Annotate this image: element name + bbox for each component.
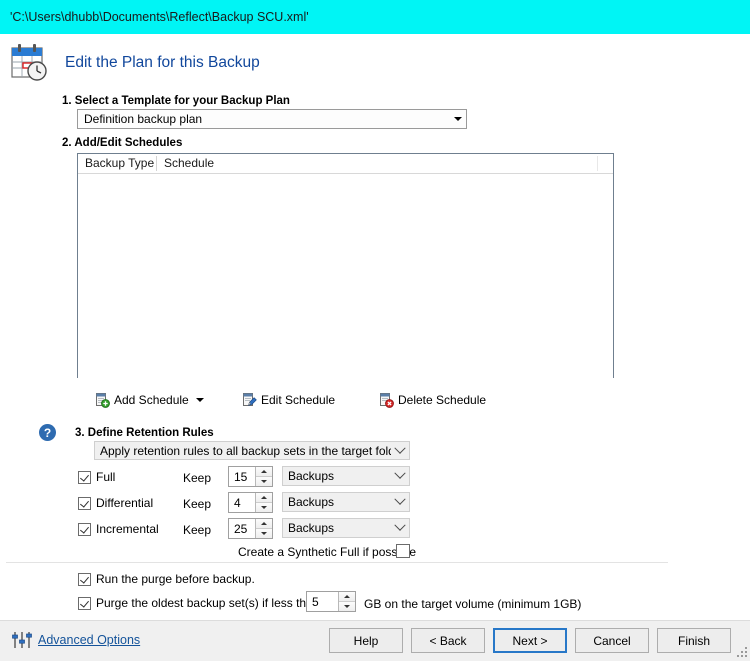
retention-rule-incremental-unit-value: Backups [288, 521, 335, 535]
checkbox-box [78, 496, 91, 510]
retention-rule-full-checkbox[interactable]: Full [78, 470, 115, 484]
step2-label: 2. Add/Edit Schedules [62, 137, 183, 149]
checkbox-box [78, 522, 91, 536]
delete-schedule-button[interactable]: Delete Schedule [378, 390, 486, 410]
retention-rule-incremental-keep-label: Keep [183, 523, 212, 537]
spinner-decrement-button[interactable] [256, 529, 272, 538]
spinner-buttons [255, 493, 272, 512]
retention-rule-differential-label: Differential [96, 496, 154, 510]
retention-rule-full-spinner[interactable]: 15 [228, 466, 273, 487]
finish-button[interactable]: Finish [657, 628, 731, 653]
page-header: Edit the Plan for this Backup [8, 42, 260, 84]
spinner-increment-button[interactable] [339, 592, 355, 602]
template-select-value: Definition backup plan [84, 112, 203, 126]
chevron-down-icon [449, 117, 466, 121]
delete-schedule-icon [378, 392, 394, 408]
section-divider [6, 562, 668, 563]
next-button[interactable]: Next > [493, 628, 567, 653]
chevron-down-icon [391, 519, 409, 532]
retention-rule-differential-checkbox[interactable]: Differential [78, 496, 153, 510]
schedules-listview-header: Backup Type Schedule [78, 154, 613, 174]
resize-grip-icon[interactable] [737, 647, 747, 657]
purge-threshold-value[interactable]: 5 [307, 592, 338, 611]
triangle-down-icon [196, 398, 204, 402]
edit-schedule-icon [241, 392, 257, 408]
edit-schedule-button[interactable]: Edit Schedule [241, 390, 335, 410]
calendar-clock-icon [8, 42, 52, 84]
run-purge-before-backup-label: Run the purge before backup. [96, 572, 255, 586]
retention-rule-full-unit-value: Backups [288, 469, 335, 483]
schedules-listview[interactable]: Backup Type Schedule [77, 153, 614, 378]
add-schedule-icon [94, 392, 110, 408]
purge-threshold-spinner[interactable]: 5 [306, 591, 356, 612]
column-header-schedule[interactable]: Schedule [157, 154, 597, 173]
checkbox-box [78, 470, 91, 484]
retention-rule-differential-unit-select[interactable]: Backups [282, 492, 410, 512]
retention-rule-incremental-unit-select[interactable]: Backups [282, 518, 410, 538]
purge-oldest-label-before: Purge the oldest backup set(s) if less t… [96, 596, 320, 610]
delete-schedule-label: Delete Schedule [398, 393, 487, 407]
synthetic-full-label: Create a Synthetic Full if possible [238, 545, 417, 559]
column-divider-2[interactable] [597, 156, 598, 171]
spinner-buttons [338, 592, 355, 611]
chevron-down-icon [391, 493, 409, 506]
purge-oldest-checkbox[interactable]: Purge the oldest backup set(s) if less t… [78, 596, 319, 610]
add-schedule-label: Add Schedule [114, 393, 189, 407]
spinner-increment-button[interactable] [256, 467, 272, 477]
chevron-down-icon [391, 467, 409, 480]
advanced-options-link[interactable]: Advanced Options [38, 633, 140, 647]
retention-rule-differential-unit-value: Backups [288, 495, 335, 509]
retention-rule-full-value[interactable]: 15 [229, 467, 255, 486]
synthetic-full-checkbox[interactable] [396, 544, 410, 558]
checkbox-box [78, 596, 91, 610]
retention-rule-full-unit-select[interactable]: Backups [282, 466, 410, 486]
retention-rule-incremental-value[interactable]: 25 [229, 519, 255, 538]
retention-rule-incremental-label: Incremental [96, 522, 159, 536]
spinner-buttons [255, 467, 272, 486]
title-bar-path-text: 'C:\Users\dhubb\Documents\Reflect\Backup… [10, 10, 309, 24]
checkbox-box [78, 572, 91, 586]
step3-label: 3. Define Retention Rules [75, 427, 214, 439]
help-question-icon[interactable]: ? [39, 424, 56, 441]
retention-scope-select[interactable]: Apply retention rules to all backup sets… [94, 441, 410, 460]
spinner-decrement-button[interactable] [256, 477, 272, 486]
cancel-button[interactable]: Cancel [575, 628, 649, 653]
spinner-decrement-button[interactable] [339, 602, 355, 611]
purge-oldest-label-after: GB on the target volume (minimum 1GB) [364, 597, 582, 611]
title-bar: 'C:\Users\dhubb\Documents\Reflect\Backup… [0, 0, 750, 34]
spinner-increment-button[interactable] [256, 519, 272, 529]
retention-rule-differential-keep-label: Keep [183, 497, 212, 511]
sliders-icon [12, 631, 32, 649]
retention-rule-full-label: Full [96, 470, 116, 484]
retention-rule-full-keep-label: Keep [183, 471, 212, 485]
chevron-down-icon [391, 442, 409, 455]
template-select[interactable]: Definition backup plan [77, 109, 467, 129]
spinner-decrement-button[interactable] [256, 503, 272, 512]
back-button[interactable]: < Back [411, 628, 485, 653]
spinner-buttons [255, 519, 272, 538]
step1-label: 1. Select a Template for your Backup Pla… [62, 95, 290, 107]
column-header-backup-type[interactable]: Backup Type [78, 154, 156, 173]
retention-rule-differential-value[interactable]: 4 [229, 493, 255, 512]
wizard-page-body: Edit the Plan for this Backup 1. Select … [0, 34, 750, 620]
retention-rule-incremental-checkbox[interactable]: Incremental [78, 522, 159, 536]
edit-schedule-label: Edit Schedule [261, 393, 336, 407]
spinner-increment-button[interactable] [256, 493, 272, 503]
run-purge-before-backup-checkbox[interactable]: Run the purge before backup. [78, 572, 255, 586]
backup-plan-wizard-window: 'C:\Users\dhubb\Documents\Reflect\Backup… [0, 0, 750, 661]
retention-scope-value: Apply retention rules to all backup sets… [100, 443, 391, 458]
page-title: Edit the Plan for this Backup [65, 54, 260, 71]
help-button[interactable]: Help [329, 628, 403, 653]
retention-rule-incremental-spinner[interactable]: 25 [228, 518, 273, 539]
add-schedule-dropdown-button[interactable] [193, 391, 207, 409]
schedules-listview-body[interactable] [78, 174, 613, 378]
retention-rule-differential-spinner[interactable]: 4 [228, 492, 273, 513]
add-schedule-button[interactable]: Add Schedule [94, 390, 189, 410]
